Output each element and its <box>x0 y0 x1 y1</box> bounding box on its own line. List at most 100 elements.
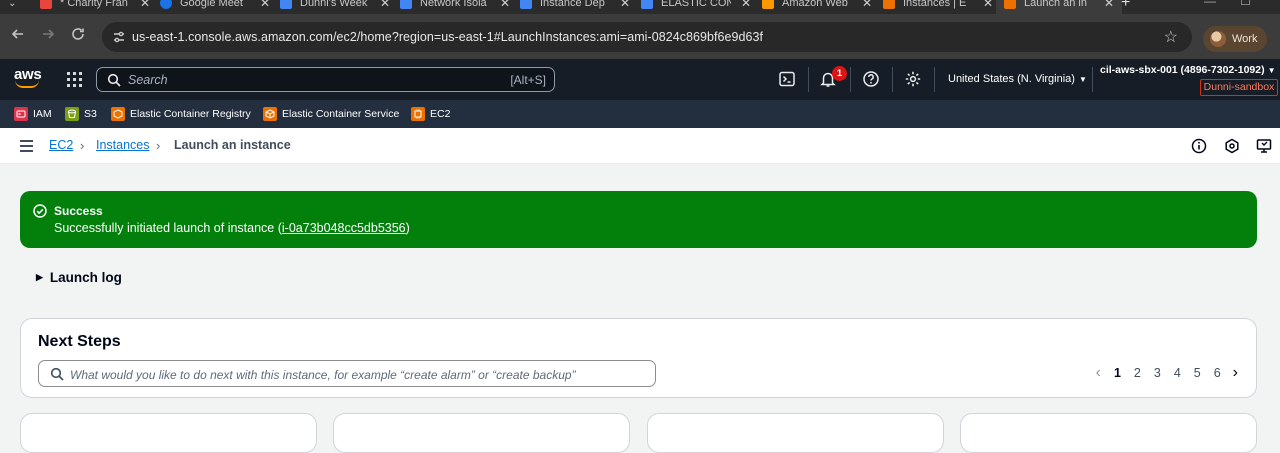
iam-icon <box>14 107 28 121</box>
back-icon[interactable] <box>8 26 28 46</box>
avatar <box>1210 31 1226 47</box>
close-tab-icon[interactable]: ✕ <box>500 0 510 10</box>
address-bar[interactable]: us-east-1.console.aws.amazon.com/ec2/hom… <box>102 22 1192 52</box>
browser-tab[interactable]: Amazon Web ✕ <box>762 0 872 14</box>
divider <box>1092 67 1093 92</box>
close-tab-icon[interactable]: ✕ <box>260 0 270 10</box>
breadcrumb-current: Launch an instance <box>174 138 291 152</box>
status-success-icon <box>33 204 47 218</box>
info-icon[interactable] <box>1191 138 1207 154</box>
notification-count-badge: 1 <box>832 66 847 81</box>
new-tab-button[interactable]: + <box>1121 0 1130 12</box>
role-badge[interactable]: Dunni-sandbox <box>1200 79 1278 96</box>
browser-tab[interactable]: Instances | E ✕ <box>883 0 993 14</box>
cloudshell-icon[interactable] <box>778 70 796 88</box>
help-icon[interactable] <box>862 70 880 88</box>
browser-tab-active[interactable]: Launch an in ✕ <box>996 0 1123 14</box>
breadcrumb-instances[interactable]: Instances <box>96 138 150 152</box>
flash-message: Successfully initiated launch of instanc… <box>54 221 410 235</box>
divider <box>808 67 809 92</box>
close-tab-icon[interactable]: ✕ <box>983 0 993 10</box>
browser-tab[interactable]: Google Meet ✕ <box>160 0 270 14</box>
site-settings-icon[interactable] <box>112 30 126 44</box>
ec2-icon <box>883 0 895 9</box>
favorite-ecr[interactable]: Elastic Container Registry <box>111 107 251 121</box>
divider <box>934 67 935 92</box>
browser-tab[interactable]: Network Isola ✕ <box>400 0 510 14</box>
page-number[interactable]: 6 <box>1214 366 1221 380</box>
pagination: ‹ 1 2 3 4 5 6 › <box>1096 364 1238 382</box>
previous-page-icon[interactable]: ‹ <box>1096 364 1101 382</box>
favorite-ecs[interactable]: Elastic Container Service <box>263 107 399 121</box>
launch-log-expander[interactable]: ▶ Launch log <box>36 270 122 285</box>
google-docs-icon <box>280 0 292 9</box>
aws-console-header: aws Search [Alt+S] United States (N. Vir… <box>0 59 1280 100</box>
close-tab-icon[interactable]: ✕ <box>741 0 751 10</box>
services-menu-icon[interactable] <box>67 72 82 87</box>
breadcrumb: EC2 › Instances › Launch an instance <box>0 128 1280 164</box>
browser-toolbar: us-east-1.console.aws.amazon.com/ec2/hom… <box>0 14 1280 59</box>
divider <box>892 67 893 92</box>
settings-gear-icon[interactable] <box>904 70 922 88</box>
google-docs-icon <box>400 0 412 9</box>
next-step-card <box>647 413 944 453</box>
slack-icon <box>40 0 52 9</box>
ecs-icon <box>263 107 277 121</box>
bookmark-star-icon[interactable]: ☆ <box>1164 27 1178 47</box>
browser-tab[interactable]: ELASTIC CON ✕ <box>641 0 751 14</box>
next-step-card <box>960 413 1257 453</box>
instance-id-link[interactable]: i-0a73b048cc5db5356 <box>282 221 406 235</box>
favorite-s3[interactable]: S3 <box>65 107 97 121</box>
chevron-right-icon: › <box>156 138 161 153</box>
favorite-iam[interactable]: IAM <box>14 107 52 121</box>
flash-title: Success <box>54 204 103 218</box>
maximize-icon[interactable]: ☐ <box>1240 0 1251 8</box>
region-selector[interactable]: United States (N. Virginia) ▼ <box>948 73 1087 85</box>
ecr-icon <box>111 107 125 121</box>
page-number[interactable]: 1 <box>1114 366 1121 380</box>
aws-smile-icon <box>15 80 39 88</box>
close-tab-icon[interactable]: ✕ <box>380 0 390 10</box>
tab-search-menu[interactable]: ⌄ <box>8 0 16 14</box>
reload-icon[interactable] <box>68 26 88 46</box>
next-step-card <box>20 413 317 453</box>
google-meet-icon <box>160 0 172 9</box>
browser-tab-strip: ⌄ * Charity Fran ✕ Google Meet ✕ Dunni's… <box>0 0 1280 14</box>
tutorial-panel-icon[interactable] <box>1256 138 1272 154</box>
profile-button[interactable]: Work <box>1203 26 1267 52</box>
caret-right-icon: ▶ <box>36 272 43 282</box>
next-page-icon[interactable]: › <box>1233 364 1238 382</box>
next-steps-filter-input[interactable]: What would you like to do next with this… <box>38 360 656 387</box>
aws-logo[interactable]: aws <box>14 66 42 88</box>
next-step-card <box>333 413 630 453</box>
page-number[interactable]: 4 <box>1174 366 1181 380</box>
close-tab-icon[interactable]: ✕ <box>140 0 150 10</box>
s3-icon <box>65 107 79 121</box>
close-tab-icon[interactable]: ✕ <box>1104 0 1114 10</box>
account-menu[interactable]: cil-aws-sbx-001 (4896-7302-1092) ▼ <box>1100 64 1276 76</box>
browser-tab[interactable]: Instance Dep ✕ <box>520 0 630 14</box>
url-text[interactable]: us-east-1.console.aws.amazon.com/ec2/hom… <box>132 30 763 44</box>
page-number[interactable]: 5 <box>1194 366 1201 380</box>
aws-search-input[interactable]: Search [Alt+S] <box>96 67 555 92</box>
feedback-icon[interactable] <box>1224 138 1240 154</box>
caret-down-icon: ▼ <box>1267 66 1276 75</box>
page-number[interactable]: 3 <box>1154 366 1161 380</box>
ec2-icon <box>1004 0 1016 9</box>
google-docs-icon <box>520 0 532 9</box>
breadcrumb-ec2[interactable]: EC2 <box>49 138 73 152</box>
close-tab-icon[interactable]: ✕ <box>620 0 630 10</box>
divider <box>850 67 851 92</box>
side-nav-menu-icon[interactable] <box>20 140 33 152</box>
minimize-icon[interactable]: — <box>1204 0 1216 8</box>
browser-tab[interactable]: * Charity Fran ✕ <box>40 0 150 14</box>
favorite-ec2[interactable]: EC2 <box>411 107 450 121</box>
search-icon <box>107 73 121 87</box>
close-tab-icon[interactable]: ✕ <box>862 0 872 10</box>
page-number[interactable]: 2 <box>1134 366 1141 380</box>
google-docs-icon <box>641 0 653 9</box>
success-flashbar: Success Successfully initiated launch of… <box>20 191 1257 248</box>
browser-tab[interactable]: Dunni's Week ✕ <box>280 0 390 14</box>
forward-icon[interactable] <box>38 26 58 46</box>
search-icon <box>50 367 64 381</box>
